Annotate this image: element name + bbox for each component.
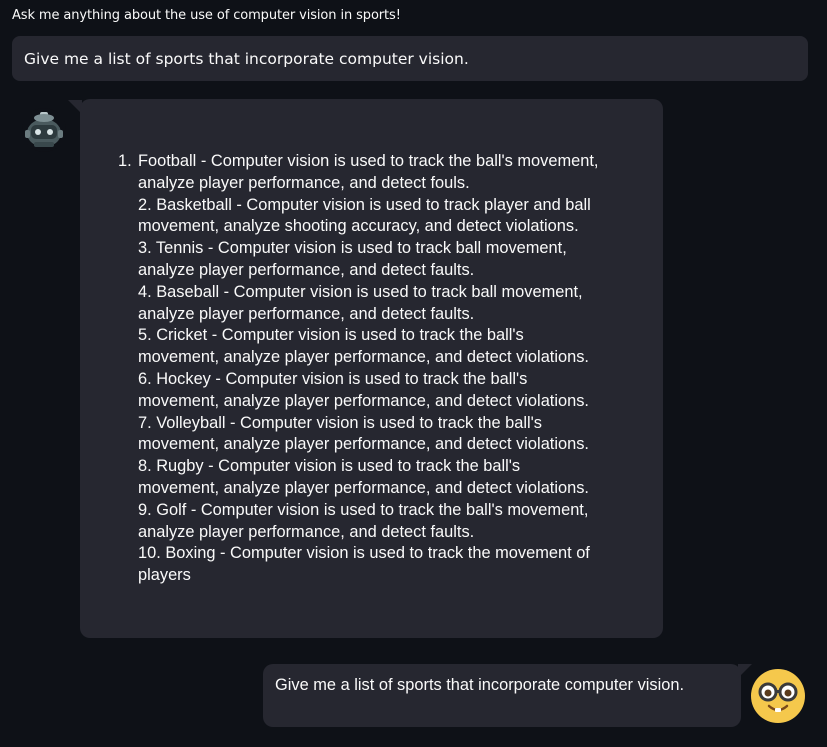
bot-line: 5. Cricket - Computer vision is used to … xyxy=(138,326,524,345)
bot-line: 2. Basketball - Computer vision is used … xyxy=(138,195,591,214)
chat-input[interactable] xyxy=(24,49,808,68)
bot-line: movement, analyze player performance, an… xyxy=(138,348,589,367)
bot-line-1: 1. Football - Computer vision is used to… xyxy=(118,151,648,173)
prompt-label: Ask me anything about the use of compute… xyxy=(12,8,401,23)
nerd-face-avatar-icon xyxy=(751,669,805,723)
bot-line: 10. Boxing - Computer vision is used to … xyxy=(138,544,590,563)
chat-input-bar[interactable] xyxy=(12,36,808,81)
bot-line: movement, analyze player performance, an… xyxy=(138,435,589,454)
bot-line: analyze player performance, and detect f… xyxy=(138,173,470,192)
user-message-text: Give me a list of sports that incorporat… xyxy=(275,676,685,694)
bot-line: 8. Rugby - Computer vision is used to tr… xyxy=(138,457,521,476)
user-avatar xyxy=(750,668,806,724)
bot-line: 7. Volleyball - Computer vision is used … xyxy=(138,413,542,432)
robot-avatar-icon xyxy=(22,108,66,152)
bot-avatar xyxy=(20,106,68,154)
user-message-bubble: Give me a list of sports that incorporat… xyxy=(263,664,741,727)
bot-line-text: Football - Computer vision is used to tr… xyxy=(138,152,599,170)
bot-line: analyze player performance, and detect f… xyxy=(138,260,475,279)
bot-message-text: 1. Football - Computer vision is used to… xyxy=(118,151,648,587)
bot-line: 6. Hockey - Computer vision is used to t… xyxy=(138,369,528,388)
bot-line: players xyxy=(138,566,191,585)
list-number: 1. xyxy=(118,152,132,170)
bot-line: 3. Tennis - Computer vision is used to t… xyxy=(138,239,567,258)
bot-line: analyze player performance, and detect f… xyxy=(138,304,475,323)
bot-line: 4. Baseball - Computer vision is used to… xyxy=(138,282,583,301)
bot-line: movement, analyze shooting accuracy, and… xyxy=(138,217,579,236)
bot-line: movement, analyze player performance, an… xyxy=(138,391,589,410)
bot-line: 9. Golf - Computer vision is used to tra… xyxy=(138,500,589,519)
bot-line: analyze player performance, and detect f… xyxy=(138,522,475,541)
bot-line: movement, analyze player performance, an… xyxy=(138,478,589,497)
